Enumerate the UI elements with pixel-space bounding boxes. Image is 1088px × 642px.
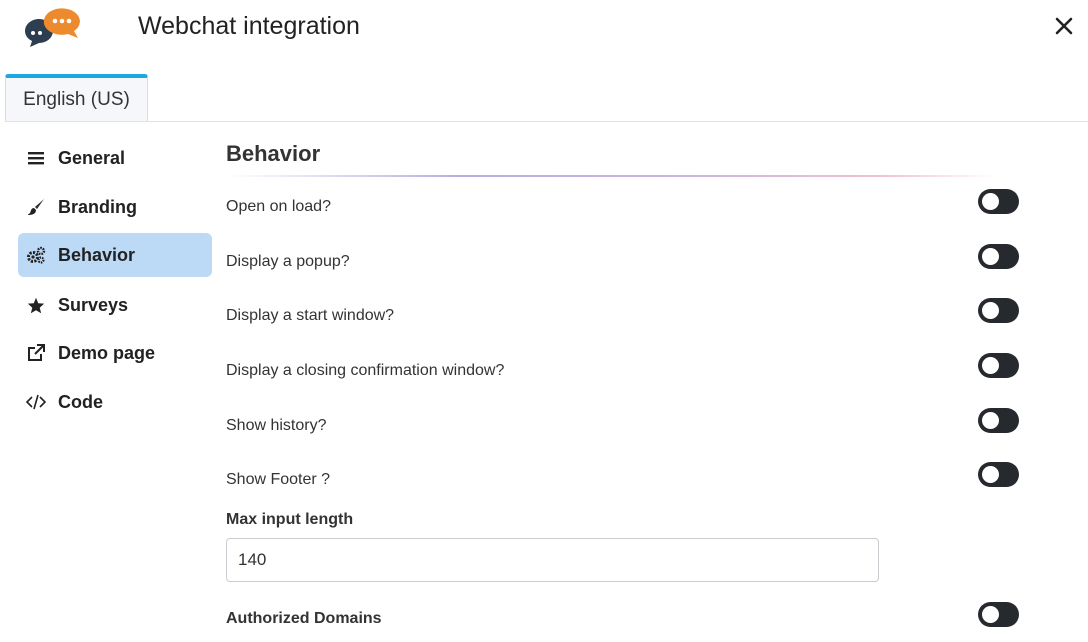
display-start-window-label: Display a start window? xyxy=(226,307,395,324)
sidebar-item-label: Surveys xyxy=(58,294,129,315)
code-icon xyxy=(24,390,48,414)
header: Webchat integration xyxy=(0,0,1088,72)
bars-icon xyxy=(24,146,48,170)
display-start-window-toggle[interactable] xyxy=(978,298,1019,323)
sidebar-item-label: Branding xyxy=(58,196,137,217)
max-input-length-label: Max input length xyxy=(226,511,354,528)
show-footer-toggle[interactable] xyxy=(978,462,1019,487)
closing-confirmation-label: Display a closing confirmation window? xyxy=(226,362,505,379)
authorized-domains-toggle[interactable] xyxy=(978,602,1019,627)
close-icon[interactable] xyxy=(1052,14,1076,38)
tab-divider xyxy=(5,121,1088,122)
page-title: Webchat integration xyxy=(138,12,360,40)
star-icon xyxy=(24,293,48,317)
open-on-load-toggle[interactable] xyxy=(978,189,1019,214)
sidebar-item-branding[interactable]: Branding xyxy=(18,185,212,229)
sidebar-item-surveys[interactable]: Surveys xyxy=(18,283,212,327)
tab-english-us[interactable]: English (US) xyxy=(5,74,148,122)
section-title: Behavior xyxy=(226,141,321,166)
paintbrush-icon xyxy=(24,195,48,219)
show-history-toggle[interactable] xyxy=(978,408,1019,433)
sidebar-item-behavior[interactable]: Behavior xyxy=(18,233,212,277)
sidebar-item-label: General xyxy=(58,147,126,168)
max-input-length-input[interactable] xyxy=(226,538,879,582)
authorized-domains-label: Authorized Domains xyxy=(226,610,382,627)
display-popup-toggle[interactable] xyxy=(978,244,1019,269)
show-footer-label: Show Footer ? xyxy=(226,471,331,488)
sidebar-item-general[interactable]: General xyxy=(18,136,212,180)
sidebar-item-label: Demo page xyxy=(58,342,156,363)
sidebar-item-label: Behavior xyxy=(58,244,136,265)
closing-confirmation-toggle[interactable] xyxy=(978,353,1019,378)
sidebar-item-code[interactable]: Code xyxy=(18,380,212,424)
gears-icon xyxy=(24,243,48,267)
show-history-label: Show history? xyxy=(226,417,327,434)
open-on-load-label: Open on load? xyxy=(226,198,331,215)
chat-bubbles-logo-icon xyxy=(24,8,80,47)
section-divider xyxy=(226,175,996,177)
sidebar-item-demo-page[interactable]: Demo page xyxy=(18,331,212,375)
external-link-icon xyxy=(24,341,48,365)
sidebar-item-label: Code xyxy=(58,391,103,412)
display-popup-label: Display a popup? xyxy=(226,253,350,270)
